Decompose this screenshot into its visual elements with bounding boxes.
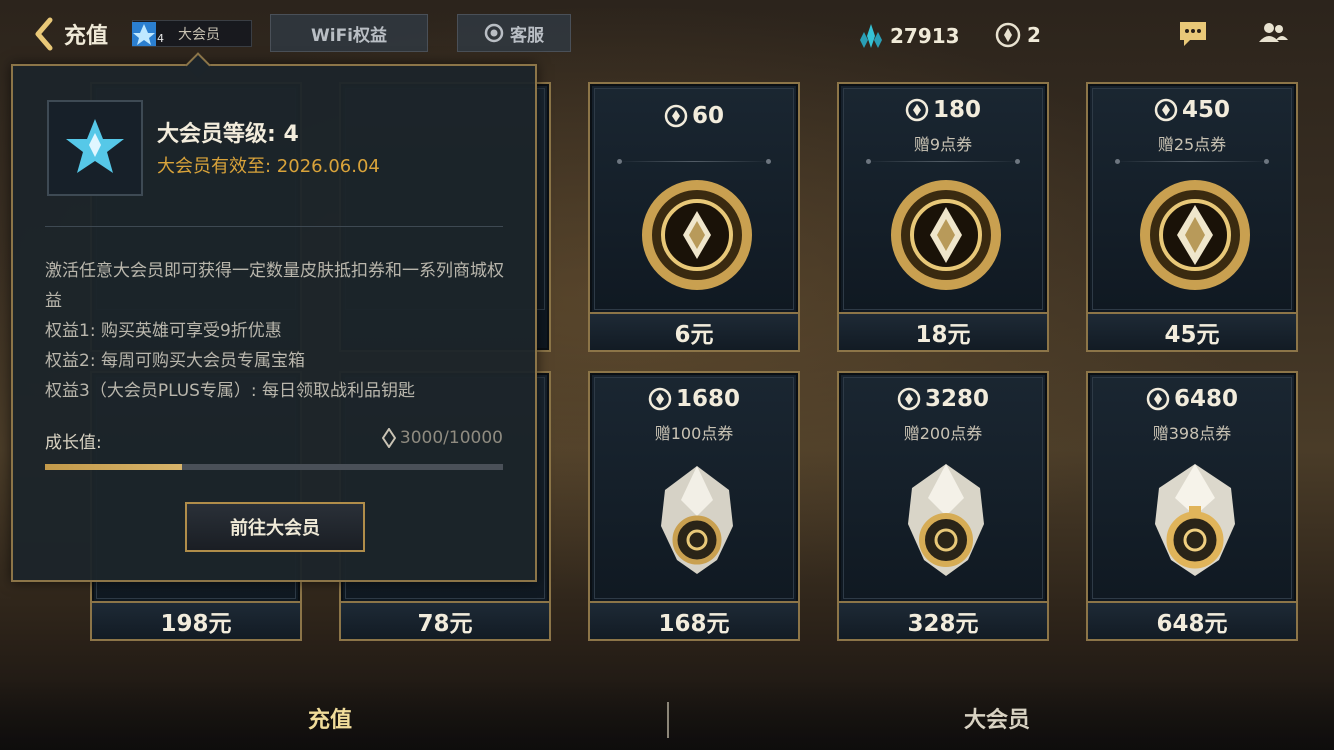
card-amount-value: 3280 xyxy=(924,386,989,412)
diamond-count: 27913 xyxy=(890,24,960,48)
card-price: 45元 xyxy=(1086,312,1298,352)
bottom-nav: 充值 大会员 xyxy=(0,680,1334,750)
headset-icon xyxy=(484,23,504,43)
card-amount-value: 450 xyxy=(1181,97,1230,123)
coupon-coin-icon xyxy=(1140,180,1250,290)
card-amount: 60 xyxy=(595,103,793,129)
friends-icon xyxy=(1259,23,1288,42)
card-amount-value: 6480 xyxy=(1173,386,1238,412)
back-button[interactable]: 充值 xyxy=(30,14,108,54)
goto-vip-label: 前往大会员 xyxy=(230,518,320,539)
card-amount: 3280 xyxy=(844,386,1042,412)
vip-star-icon xyxy=(66,119,124,173)
customer-service-label: 客服 xyxy=(510,25,544,46)
vip-level-number: 4 xyxy=(157,32,164,45)
wifi-benefits-button[interactable]: WiFi权益 xyxy=(270,14,428,52)
card-price: 78元 xyxy=(339,601,551,641)
coupon-icon xyxy=(664,104,688,128)
vip-benefits-description: 激活任意大会员即可获得一定数量皮肤抵扣券和一系列商城权益 权益1: 购买英雄可享… xyxy=(45,256,515,406)
friends-button[interactable] xyxy=(1256,18,1290,50)
card-price: 18元 xyxy=(837,312,1049,352)
card-amount-value: 1680 xyxy=(675,386,740,412)
coupon-icon xyxy=(905,98,929,122)
card-divider xyxy=(1115,159,1269,164)
card-price: 6元 xyxy=(588,312,800,352)
card-price: 648元 xyxy=(1086,601,1298,641)
vip-chip-label: 大会员 xyxy=(178,26,220,43)
coupon-icon xyxy=(648,387,672,411)
card-bonus: 赠200点券 xyxy=(903,424,983,443)
card-price: 198元 xyxy=(90,601,302,641)
card-divider xyxy=(866,159,1020,164)
coupon-icon xyxy=(995,22,1021,48)
wifi-benefits-label: WiFi权益 xyxy=(310,25,388,46)
vip-level-text: 大会员等级: 4 xyxy=(157,122,299,147)
crystal-icon xyxy=(1155,464,1235,576)
chat-icon xyxy=(1180,22,1206,46)
card-amount-value: 60 xyxy=(691,103,724,129)
goto-vip-button[interactable]: 前往大会员 xyxy=(185,502,365,552)
recharge-card-1680[interactable]: 1680 赠100点券 168元 xyxy=(588,371,800,641)
coupon-coin-icon xyxy=(891,180,1001,290)
growth-progress-bar xyxy=(45,464,503,470)
card-amount: 6480 xyxy=(1093,386,1291,412)
coupon-icon xyxy=(1154,98,1178,122)
recharge-card-60[interactable]: 60 6元 xyxy=(588,82,800,352)
card-amount: 450 xyxy=(1093,97,1291,123)
card-bonus: 赠100点券 xyxy=(654,424,734,443)
page-title: 充值 xyxy=(64,24,109,49)
card-panel: 180 赠9点券 xyxy=(843,88,1043,310)
card-panel: 1680 赠100点券 xyxy=(594,377,794,599)
recharge-card-6480[interactable]: 6480 赠398点券 648元 xyxy=(1086,371,1298,641)
diamond-icon xyxy=(860,24,882,48)
benefit-line: 权益1: 购买英雄可享受9折优惠 xyxy=(45,321,282,341)
growth-progress-fill xyxy=(45,464,183,470)
coupon-count: 2 xyxy=(1027,23,1041,47)
customer-service-button[interactable]: 客服 xyxy=(457,14,571,52)
crystal-icon xyxy=(908,464,984,576)
recharge-card-450[interactable]: 450 赠25点券 45元 xyxy=(1086,82,1298,352)
card-panel: 3280 赠200点券 xyxy=(843,377,1043,599)
diamond-balance: 27913 xyxy=(858,22,960,50)
chat-button[interactable] xyxy=(1176,18,1210,50)
card-bonus: 赠25点券 xyxy=(1157,135,1227,154)
coupon-balance: 2 xyxy=(995,22,1041,48)
coupon-coin-icon xyxy=(642,180,752,290)
tab-recharge[interactable]: 充值 xyxy=(308,702,352,734)
vip-expiry-text: 大会员有效至: 2026.06.04 xyxy=(157,156,380,177)
card-price: 168元 xyxy=(588,601,800,641)
benefit-line: 权益2: 每周可购买大会员专属宝箱 xyxy=(45,351,305,371)
vip-star-icon xyxy=(132,21,156,46)
card-amount: 1680 xyxy=(595,386,793,412)
tab-vip[interactable]: 大会员 xyxy=(964,702,1030,734)
card-panel: 60 xyxy=(594,88,794,310)
growth-value-text: 3000/10000 xyxy=(399,428,503,448)
card-amount-value: 180 xyxy=(932,97,981,123)
vip-level-chip[interactable]: 4 大会员 xyxy=(132,20,252,47)
recharge-card-3280[interactable]: 3280 赠200点券 328元 xyxy=(837,371,1049,641)
benefit-line: 权益3（大会员PLUS专属）: 每日领取战利品钥匙 xyxy=(45,381,416,401)
recharge-card-180[interactable]: 180 赠9点券 18元 xyxy=(837,82,1049,352)
card-panel: 450 赠25点券 xyxy=(1092,88,1292,310)
benefit-intro: 激活任意大会员即可获得一定数量皮肤抵扣券和一系列商城权益 xyxy=(45,261,504,311)
growth-label: 成长值: xyxy=(45,433,102,453)
growth-diamond-icon xyxy=(381,428,396,448)
tab-separator xyxy=(667,702,669,738)
popup-divider xyxy=(45,226,503,227)
coupon-icon xyxy=(1146,387,1170,411)
crystal-icon xyxy=(661,466,733,574)
vip-info-popup: 大会员等级: 4 大会员有效至: 2026.06.04 激活任意大会员即可获得一… xyxy=(11,52,537,582)
card-panel: 6480 赠398点券 xyxy=(1092,377,1292,599)
card-amount: 180 xyxy=(844,97,1042,123)
vip-emblem xyxy=(47,100,143,196)
growth-value: 3000/10000 xyxy=(381,428,503,448)
card-bonus: 赠398点券 xyxy=(1152,424,1232,443)
coupon-icon xyxy=(897,387,921,411)
card-divider xyxy=(617,159,771,164)
card-bonus: 赠9点券 xyxy=(913,135,973,154)
card-price: 328元 xyxy=(837,601,1049,641)
back-chevron-icon xyxy=(35,17,53,51)
